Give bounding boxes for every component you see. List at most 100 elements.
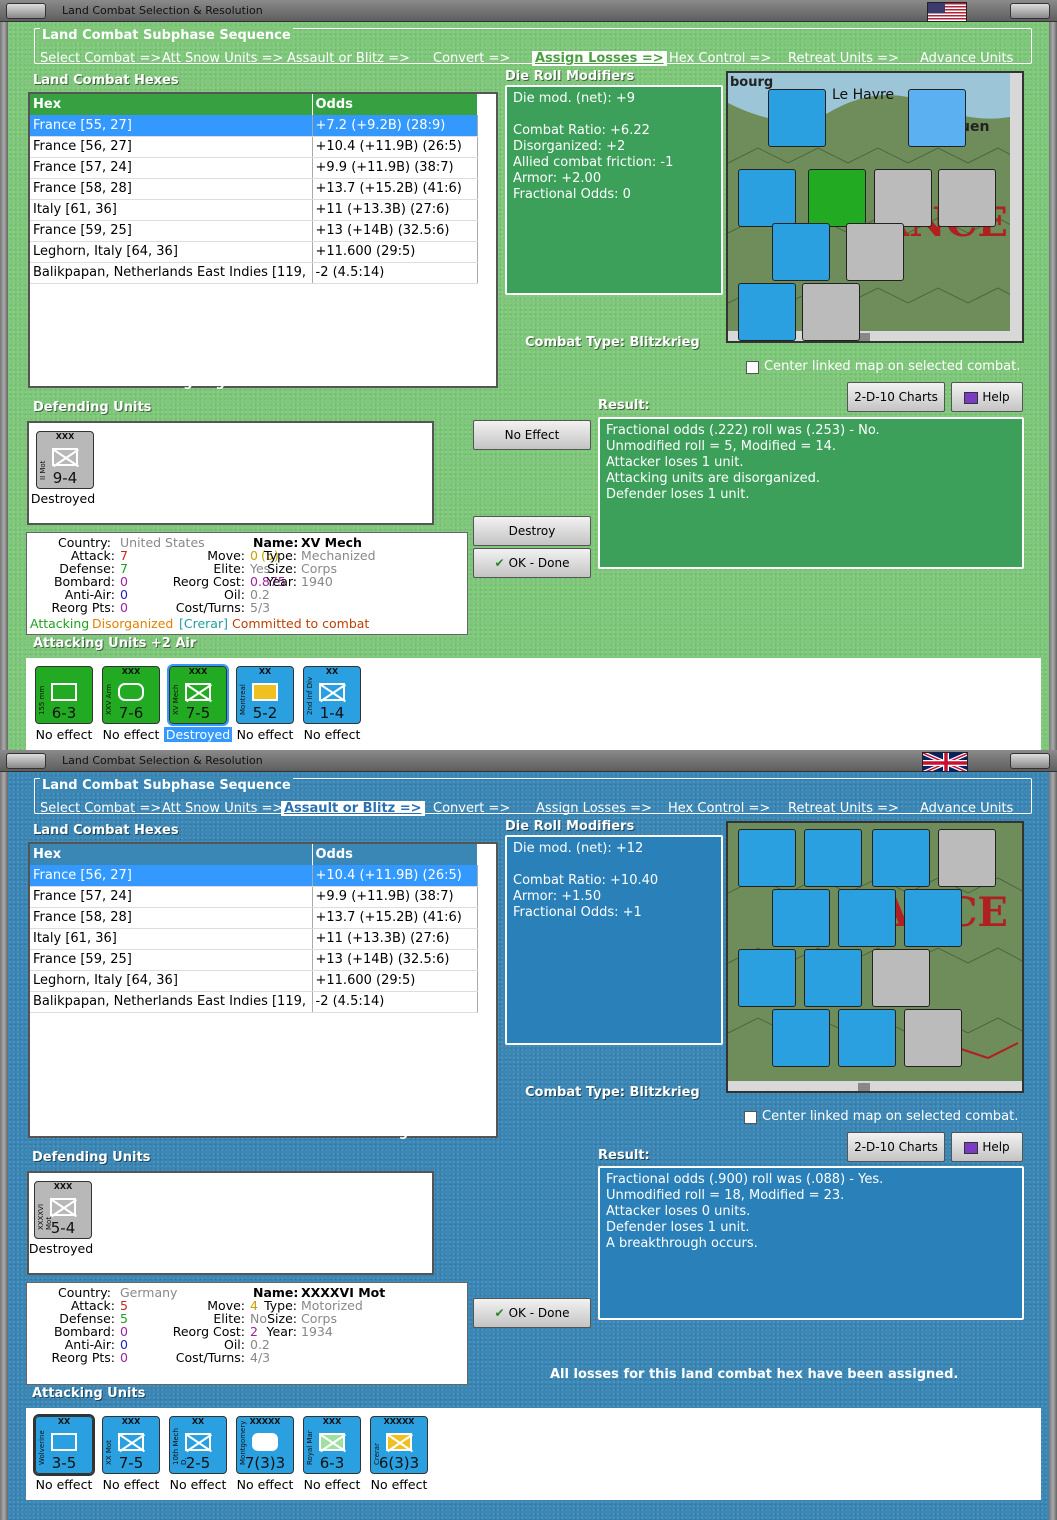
step-convert[interactable]: Convert => (433, 51, 510, 66)
center-map-label: Center linked map on selected combat. (762, 1109, 1019, 1124)
linked-map[interactable]: bourg Le Havre uen ANCE (726, 71, 1024, 343)
map-counter-defender[interactable] (872, 949, 930, 1007)
table-row[interactable]: France [58, 28] +13.7 (+15.2B) (41:6) (30, 178, 478, 200)
map-counter-allied[interactable] (772, 1009, 830, 1067)
defender-counter[interactable]: XXX II Mot 9-4 (36, 431, 94, 489)
step-att-snow[interactable]: Att Snow Units => (162, 51, 283, 66)
table-row[interactable]: Balikpapan, Netherlands East Indies [119… (30, 262, 478, 284)
map-counter-allied[interactable] (772, 223, 830, 281)
attacker-counter[interactable]: XXXXX Montgomery 7(3)3 (236, 1416, 294, 1474)
table-row[interactable]: Italy [61, 36] +11 (+13.3B) (27:6) (30, 199, 478, 221)
attacker-counter[interactable]: XXX XXV Arm 7-6 (102, 666, 160, 724)
window-titlebar[interactable]: Land Combat Selection & Resolution (0, 0, 1057, 22)
map-counter-german[interactable] (874, 169, 932, 227)
attacker-counter-selected[interactable]: XXX XV Mech 7-5 (167, 664, 229, 726)
step-hex-control[interactable]: Hex Control => (669, 51, 771, 66)
defender-counter[interactable]: XXX XXXXVI Mot 5-4 (34, 1181, 92, 1239)
map-counter-mk-x[interactable] (738, 829, 796, 887)
step-convert[interactable]: Convert => (433, 801, 510, 816)
map-counter-xv-mech[interactable] (808, 169, 866, 227)
checkmark-icon: ✔ (494, 556, 505, 570)
linked-map[interactable]: ANCE (726, 821, 1024, 1093)
attacker-counter-selected[interactable]: XX Wolverine 3-5 (33, 1414, 95, 1476)
attacker-counter[interactable]: XX 10th Mech D. 2-5 (169, 1416, 227, 1474)
map-counter-french[interactable] (908, 89, 966, 147)
window-close-button[interactable] (1010, 753, 1050, 769)
table-row[interactable]: France [59, 25] +13 (+14B) (32.5:6) (30, 220, 478, 242)
step-retreat-units[interactable]: Retreat Units => (788, 51, 899, 66)
map-counter-tempest[interactable] (872, 829, 930, 887)
map-counter-wellesley[interactable] (772, 889, 830, 947)
hex-column-header[interactable]: Hex (30, 844, 313, 865)
attacker-counter[interactable]: XXX XX Mot 7-5 (102, 1416, 160, 1474)
table-row[interactable]: France [58, 28] +13.7 (+15.2B) (41:6) (30, 907, 478, 929)
step-select-combat[interactable]: Select Combat => (40, 801, 161, 816)
table-row[interactable]: France [57, 24] +9.9 (+11.9B) (38:7) (30, 157, 478, 179)
charts-button[interactable]: 2-D-10 Charts (847, 382, 945, 412)
map-counter-spitfire[interactable] (804, 949, 862, 1007)
table-row[interactable]: Balikpapan, Netherlands East Indies [119… (30, 991, 478, 1013)
map-counter-allied[interactable] (838, 889, 896, 947)
table-row[interactable]: France [56, 27] +10.4 (+11.9B) (26:5) (30, 865, 478, 887)
step-assault-blitz[interactable]: Assault or Blitz => (281, 801, 425, 816)
help-button[interactable]: Help (951, 382, 1023, 412)
step-att-snow[interactable]: Att Snow Units => (162, 801, 283, 816)
die-roll-header: Die Roll Modifiers (505, 819, 635, 834)
attacker-counter[interactable]: XXX Royal Mar 6-3 (303, 1416, 361, 1474)
center-map-checkbox[interactable] (746, 361, 759, 374)
step-assign-losses[interactable]: Assign Losses => (536, 801, 652, 816)
table-row[interactable]: Leghorn, Italy [64, 36] +11.600 (29:5) (30, 970, 478, 992)
step-advance-units[interactable]: Advance Units (920, 51, 1013, 66)
attacker-status: No effect (303, 727, 361, 742)
table-row[interactable]: Leghorn, Italy [64, 36] +11.600 (29:5) (30, 241, 478, 263)
map-counter-spitfire[interactable] (738, 283, 796, 341)
map-counter-hurricane[interactable] (768, 89, 826, 147)
odds-column-header[interactable]: Odds (312, 94, 478, 115)
window-close-button[interactable] (1010, 3, 1050, 19)
attacker-status: No effect (169, 1477, 227, 1492)
window-menu-button[interactable] (6, 753, 46, 769)
attacker-counter[interactable]: XX 2nd Inf Div 1-4 (303, 666, 361, 724)
center-map-checkbox[interactable] (744, 1111, 757, 1124)
map-counter-mk-x[interactable] (804, 829, 862, 887)
map-counter-allied[interactable] (738, 949, 796, 1007)
map-counter-german[interactable] (938, 169, 996, 227)
step-select-combat[interactable]: Select Combat => (40, 51, 161, 66)
ok-done-button[interactable]: ✔ OK - Done (473, 548, 591, 578)
hex-column-header[interactable]: Hex (30, 94, 313, 115)
destroy-button[interactable]: Destroy (473, 516, 591, 546)
help-button[interactable]: Help (951, 1132, 1023, 1162)
map-counter-allied[interactable] (838, 1009, 896, 1067)
attacker-counter[interactable]: XX Montreal 5-2 (236, 666, 294, 724)
map-counter-defender[interactable] (846, 223, 904, 281)
charts-button[interactable]: 2-D-10 Charts (847, 1132, 945, 1162)
window-titlebar[interactable]: Land Combat Selection & Resolution (0, 750, 1057, 772)
step-assign-losses[interactable]: Assign Losses => (532, 51, 667, 66)
defender-status: Destroyed (28, 1241, 94, 1256)
hexes-header: Land Combat Hexes (33, 823, 179, 838)
attacking-header: Attacking Units +2 Air (33, 636, 197, 651)
no-effect-button[interactable]: No Effect (473, 420, 591, 450)
window-menu-button[interactable] (6, 3, 46, 19)
table-row[interactable]: France [55, 27] +7.2 (+9.2B) (28:9) (30, 115, 478, 137)
step-advance-units[interactable]: Advance Units (920, 801, 1013, 816)
table-row[interactable]: Italy [61, 36] +11 (+13.3B) (27:6) (30, 928, 478, 950)
map-counter-german[interactable] (938, 829, 996, 887)
hq-symbol-icon (252, 1433, 278, 1451)
infantry-symbol-icon (319, 683, 345, 701)
attacker-counter[interactable]: XXXXX Crerar 6(3)3 (370, 1416, 428, 1474)
odds-column-header[interactable]: Odds (312, 844, 478, 865)
map-counter-german[interactable] (802, 283, 860, 341)
map-counter-allied[interactable] (904, 889, 962, 947)
attacker-counter[interactable]: 155 mm 6-3 (35, 666, 93, 724)
step-retreat-units[interactable]: Retreat Units => (788, 801, 899, 816)
map-counter-wellington[interactable] (738, 169, 796, 227)
step-hex-control[interactable]: Hex Control => (668, 801, 770, 816)
window-title: Land Combat Selection & Resolution (62, 754, 263, 767)
table-row[interactable]: France [56, 27] +10.4 (+11.9B) (26:5) (30, 136, 478, 158)
map-counter-german[interactable] (904, 1009, 962, 1067)
table-row[interactable]: France [59, 25] +13 (+14B) (32.5:6) (30, 949, 478, 971)
step-assault-blitz[interactable]: Assault or Blitz => (287, 51, 410, 66)
table-row[interactable]: France [57, 24] +9.9 (+11.9B) (38:7) (30, 886, 478, 908)
ok-done-button[interactable]: ✔ OK - Done (473, 1298, 591, 1328)
